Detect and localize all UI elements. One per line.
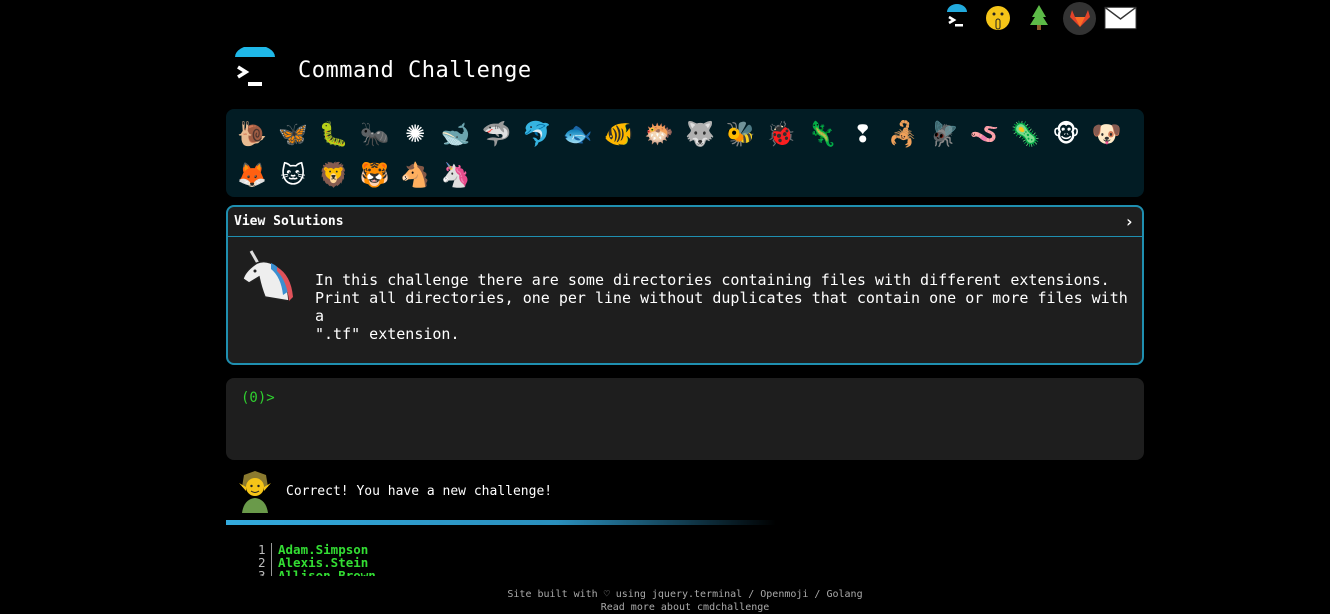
site-footer: Site built with ♡ using jquery.terminal …: [0, 588, 1330, 614]
chevron-right-icon: ›: [1124, 212, 1134, 231]
wolf-icon[interactable]: 🐺: [680, 113, 721, 154]
view-solutions-toggle[interactable]: View Solutions ›: [228, 207, 1142, 237]
terminal-umbrella-icon[interactable]: [940, 2, 973, 35]
lion-icon[interactable]: 🦁: [313, 154, 354, 195]
scorpion-icon[interactable]: 🦂: [883, 113, 924, 154]
page-title: Command Challenge: [298, 57, 532, 83]
feedback-message: Correct! You have a new challenge!: [236, 468, 552, 514]
directory-name: Allison.Brown: [278, 568, 376, 576]
worm-icon[interactable]: 🪱: [964, 113, 1005, 154]
dog-icon[interactable]: 🐶: [1086, 113, 1127, 154]
progress-bar: [226, 520, 776, 525]
envelope-icon[interactable]: [1104, 2, 1137, 35]
ant-icon[interactable]: 🐜: [354, 113, 395, 154]
ladybug-icon[interactable]: 🐞: [761, 113, 802, 154]
fish-icon[interactable]: 🐟: [558, 113, 599, 154]
unicorn-icon: [237, 247, 297, 307]
top-icon-bar: [940, 0, 1145, 36]
monkey-icon[interactable]: 🐵: [1046, 113, 1087, 154]
fox-icon[interactable]: 🦊: [232, 154, 273, 195]
unicorn-icon[interactable]: 🦄: [435, 154, 476, 195]
butterfly-icon[interactable]: 🦋: [273, 113, 314, 154]
bee-icon[interactable]: 🐝: [720, 113, 761, 154]
footer-read-more-link[interactable]: Read more about cmdchallenge: [0, 601, 1330, 614]
line-number: 3: [258, 569, 272, 576]
gitlab-icon[interactable]: [1063, 1, 1096, 35]
challenge-card: View Solutions › In this challenge there…: [226, 205, 1144, 365]
view-solutions-label: View Solutions: [234, 214, 344, 229]
microbe-icon[interactable]: 🦠: [1005, 113, 1046, 154]
lizard-icon[interactable]: 🦎: [802, 113, 843, 154]
tiger-icon[interactable]: 🐯: [354, 154, 395, 195]
terminal[interactable]: (0)>: [226, 378, 1144, 460]
terminal-prompt[interactable]: (0)>: [241, 390, 275, 406]
blowfish-icon[interactable]: 🐡: [639, 113, 680, 154]
caterpillar-icon[interactable]: 🐛: [313, 113, 354, 154]
elf-icon: [236, 469, 274, 513]
footer-credits: Site built with ♡ using jquery.terminal …: [507, 589, 863, 600]
shushing-face-icon[interactable]: [981, 2, 1014, 35]
tree-icon[interactable]: [1022, 2, 1055, 35]
flea-icon[interactable]: ❢: [842, 113, 883, 154]
terminal-logo-icon[interactable]: [232, 45, 278, 93]
snail-icon[interactable]: 🐌: [232, 113, 273, 154]
site-header: Command Challenge: [232, 45, 532, 94]
shark-icon[interactable]: 🦈: [476, 113, 517, 154]
fly-icon[interactable]: 🪰: [924, 113, 965, 154]
dolphin-icon[interactable]: 🐬: [517, 113, 558, 154]
challenge-description: In this challenge there are some directo…: [315, 271, 1128, 343]
coral-icon[interactable]: ✺: [395, 113, 436, 154]
feedback-text: Correct! You have a new challenge!: [286, 483, 553, 499]
list-item: 3 Allison.Brown: [258, 569, 558, 576]
tropical-fish-icon[interactable]: 🐠: [598, 113, 639, 154]
output-list: 1 Adam.Simpson 2 Alexis.Stein 3 Allison.Brown: [258, 543, 558, 576]
horse-icon[interactable]: 🐴: [395, 154, 436, 195]
cat-icon[interactable]: 🐱: [273, 154, 314, 195]
challenge-animal-bar: 🐌 🦋 🐛 🐜 ✺ 🐋 🦈 🐬 🐟 🐠 🐡 🐺 🐝 🐞 🦎 ❢ 🦂 🪰 🪱 🦠 🐵 🐶 🦊 🐱 🦁 🐯 🐴 🦄: [226, 109, 1144, 197]
whale-icon[interactable]: 🐋: [435, 113, 476, 154]
